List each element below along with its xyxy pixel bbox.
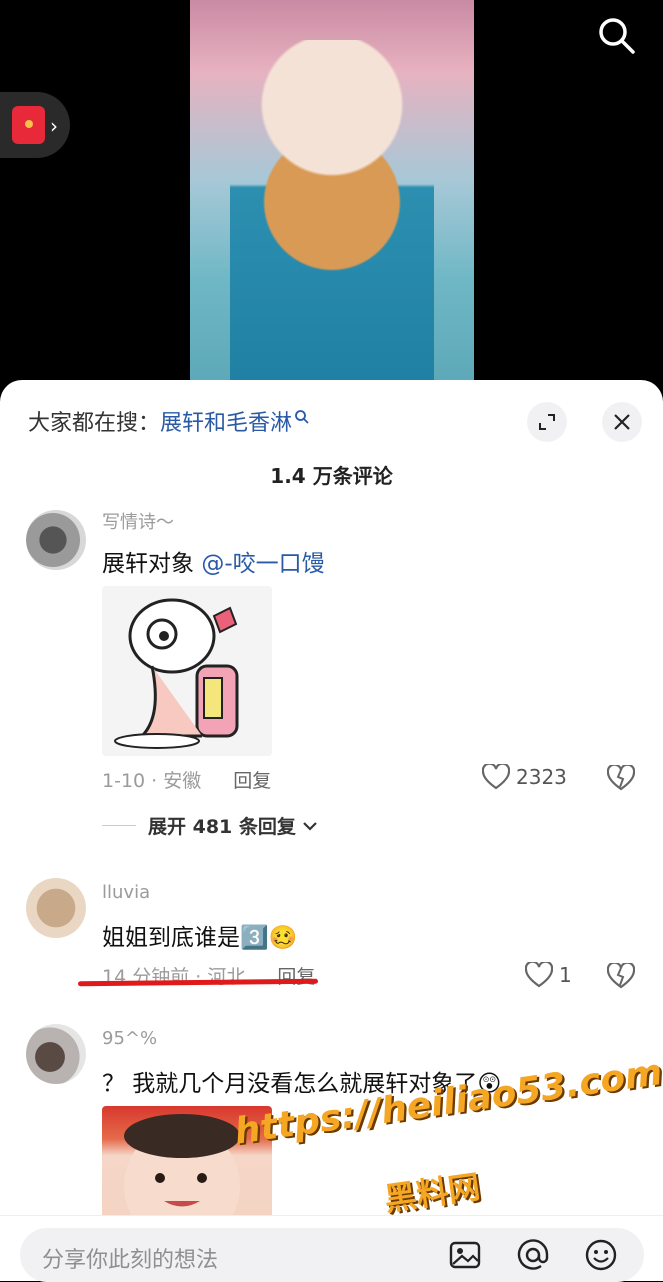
comment-meta: 1-10 · 安徽 回复 [102, 766, 271, 793]
like-button[interactable]: 2323 [482, 764, 567, 790]
hello-kitty-sticker-icon [102, 586, 272, 756]
comment-sticker-image[interactable] [102, 586, 272, 756]
dislike-button[interactable] [606, 763, 636, 795]
trending-search-bar[interactable]: 大家都在搜： 展轩和毛香淋 [28, 404, 310, 438]
video-player[interactable]: › [0, 0, 663, 400]
emoji-icon[interactable] [584, 1238, 618, 1272]
heart-icon [482, 764, 510, 790]
search-icon[interactable] [595, 14, 639, 58]
expand-replies-label: 展开 481 条回复 [148, 816, 296, 838]
video-content-person [230, 40, 434, 400]
broken-heart-icon [606, 763, 636, 791]
close-button[interactable] [602, 402, 642, 442]
comment-count-title: 1.4 万条评论 [270, 464, 393, 488]
like-count: 1 [559, 963, 572, 987]
comment-input-bar: 分享你此刻的想法 [0, 1215, 663, 1282]
comment-text: 姐姐到底谁是3️⃣🥴 [102, 918, 297, 952]
close-icon [614, 414, 630, 430]
avatar[interactable] [26, 1024, 86, 1084]
reply-button[interactable]: 回复 [233, 770, 271, 792]
avatar[interactable] [26, 878, 86, 938]
comments-sheet: 大家都在搜： 展轩和毛香淋 1.4 万条评论 [0, 380, 663, 1280]
dislike-button[interactable] [606, 961, 636, 993]
comment-emoji: 3️⃣🥴 [240, 925, 298, 951]
red-packet-icon [12, 106, 45, 144]
heart-icon [525, 962, 553, 988]
divider [102, 825, 136, 826]
broken-heart-icon [606, 961, 636, 989]
comment-text-plain: 姐姐到底谁是 [102, 925, 240, 951]
avatar[interactable] [26, 510, 86, 570]
like-button[interactable]: 1 [525, 962, 572, 988]
red-packet-button[interactable]: › [0, 92, 70, 158]
trending-prefix: 大家都在搜： [28, 411, 161, 436]
video-frame[interactable] [190, 0, 474, 400]
comment-time-location: 1-10 · 安徽 [102, 770, 202, 792]
expand-replies-button[interactable]: 展开 481 条回复 [102, 812, 318, 839]
comment-username[interactable]: lluvia [102, 882, 150, 903]
trending-query[interactable]: 展轩和毛香淋 [160, 405, 292, 437]
reply-button[interactable]: 回复 [277, 966, 315, 988]
comment-username[interactable]: 95^% [102, 1028, 157, 1049]
comment-username[interactable]: 写情诗～ [102, 508, 174, 534]
comment-input-placeholder: 分享你此刻的想法 [42, 1248, 219, 1273]
expand-fullscreen-button[interactable] [527, 402, 567, 442]
chevron-right-icon: › [50, 114, 58, 138]
comment-text: 展轩对象 @-咬一口馒 [102, 544, 325, 578]
chevron-down-icon [303, 821, 317, 831]
comment-text-plain: 展轩对象 [102, 551, 202, 577]
search-small-icon [295, 410, 309, 424]
mention-icon[interactable] [516, 1238, 550, 1272]
expand-icon [539, 414, 555, 430]
comment-mention[interactable]: @-咬一口馒 [201, 551, 324, 577]
image-icon[interactable] [448, 1238, 482, 1272]
comment-input[interactable]: 分享你此刻的想法 [20, 1228, 644, 1282]
like-count: 2323 [516, 765, 567, 789]
